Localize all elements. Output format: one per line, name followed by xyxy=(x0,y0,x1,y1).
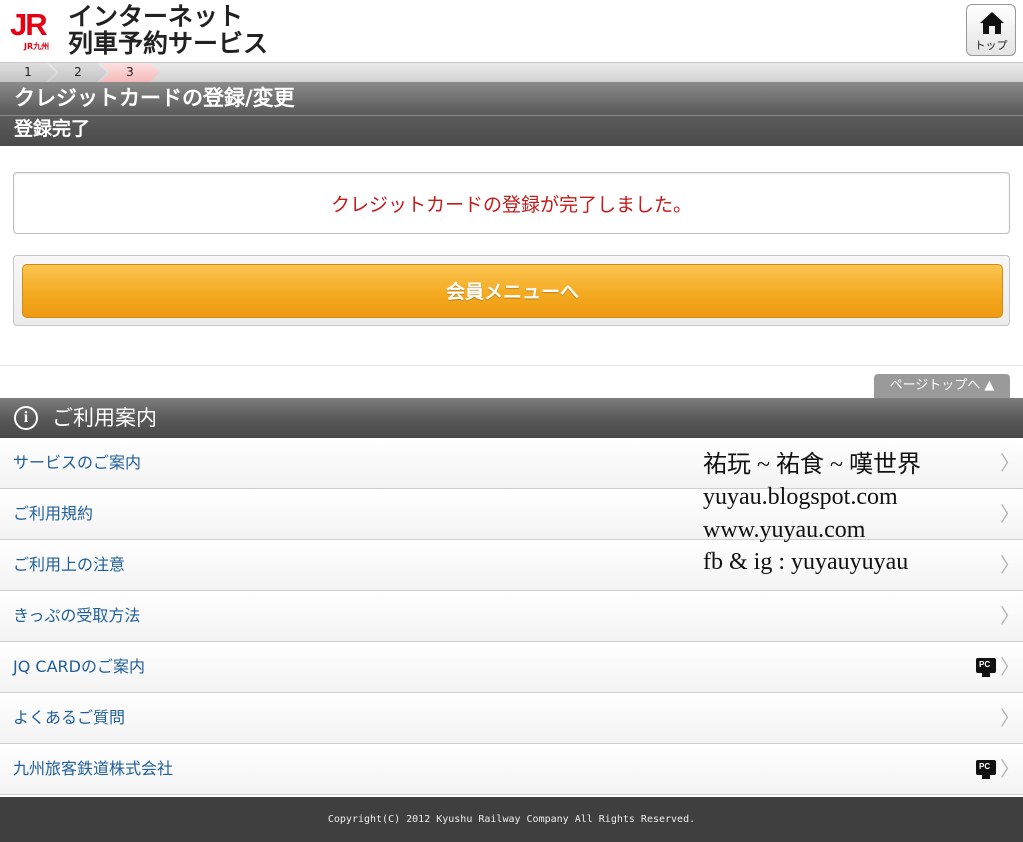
list-item-label: きっぷの受取方法 xyxy=(13,606,141,625)
member-menu-button-label: 会員メニューへ xyxy=(445,281,579,303)
list-item-label: よくあるご質問 xyxy=(13,708,126,727)
step-1: 1 xyxy=(0,63,56,82)
section-divider xyxy=(0,365,1023,366)
watermark-line-3: www.yuyau.com xyxy=(703,517,866,543)
member-button-container: 会員メニューへ xyxy=(13,255,1010,326)
watermark-line-1: 祐玩 ~ 祐食 ~ 嘆世界 xyxy=(703,452,921,478)
logo-jr-text: JR xyxy=(10,7,48,42)
chevron-right-icon: 〉 xyxy=(1000,757,1020,781)
footer: Copyright(C) 2012 Kyushu Railway Company… xyxy=(0,797,1023,842)
list-item-jq-card[interactable]: JQ CARDのご案内 PC 〉 xyxy=(0,642,1023,693)
chevron-right-icon: 〉 xyxy=(1000,655,1020,679)
list-item-label: 九州旅客鉄道株式会社 xyxy=(13,759,174,778)
list-item-label: ご利用上の注意 xyxy=(13,555,126,574)
logo-sub-text: JR九州 xyxy=(24,42,50,51)
title-band-divider xyxy=(0,115,1023,116)
page-title: クレジットカードの登録/変更 xyxy=(14,86,295,110)
chevron-right-icon: 〉 xyxy=(1000,706,1020,730)
list-item-label: ご利用規約 xyxy=(13,504,94,523)
member-menu-button[interactable]: 会員メニューへ xyxy=(22,264,1003,318)
chevron-right-icon: 〉 xyxy=(1000,502,1020,526)
chevron-right-icon: 〉 xyxy=(1000,553,1020,577)
top-button-label: トップ xyxy=(974,39,1008,52)
pc-monitor-icon: PC xyxy=(976,658,996,678)
app-header: JR JR九州 インターネット 列車予約サービス トップ xyxy=(0,0,1023,62)
pc-monitor-icon: PC xyxy=(976,760,996,780)
completion-message-box: クレジットカードの登録が完了しました。 xyxy=(13,172,1010,234)
progress-steps: 1 2 3 xyxy=(0,62,1023,82)
page-subtitle: 登録完了 xyxy=(14,118,91,140)
guide-title: ご利用案内 xyxy=(52,406,157,430)
jr-kyushu-logo[interactable]: JR JR九州 xyxy=(10,8,62,52)
watermark-line-2: yuyau.blogspot.com xyxy=(703,484,898,510)
chevron-right-icon: 〉 xyxy=(1000,451,1020,475)
app-title-line1: インターネット xyxy=(68,2,244,31)
app-title-line2: 列車予約サービス xyxy=(68,29,269,58)
list-item-label: サービスのご案内 xyxy=(13,453,142,472)
info-icon: i xyxy=(14,406,38,430)
list-item-label: JQ CARDのご案内 xyxy=(13,657,145,676)
copyright-text: Copyright(C) 2012 Kyushu Railway Company… xyxy=(327,814,696,825)
list-item-faq[interactable]: よくあるご質問 〉 xyxy=(0,693,1023,744)
chevron-right-icon: 〉 xyxy=(1000,604,1020,628)
list-item-ticket-pickup[interactable]: きっぷの受取方法 〉 xyxy=(0,591,1023,642)
step-2: 2 xyxy=(49,63,107,82)
step-3-current: 3 xyxy=(100,63,160,82)
page-top-link[interactable]: ページトップへ ▲ xyxy=(874,374,1010,398)
app-title: インターネット 列車予約サービス xyxy=(68,3,268,57)
top-button[interactable]: トップ xyxy=(966,4,1016,56)
list-item-company[interactable]: 九州旅客鉄道株式会社 PC 〉 xyxy=(0,744,1023,795)
completion-message: クレジットカードの登録が完了しました。 xyxy=(330,194,692,216)
home-icon xyxy=(980,12,1004,34)
watermark-line-4: fb & ig : yuyauyuyau xyxy=(703,549,909,575)
